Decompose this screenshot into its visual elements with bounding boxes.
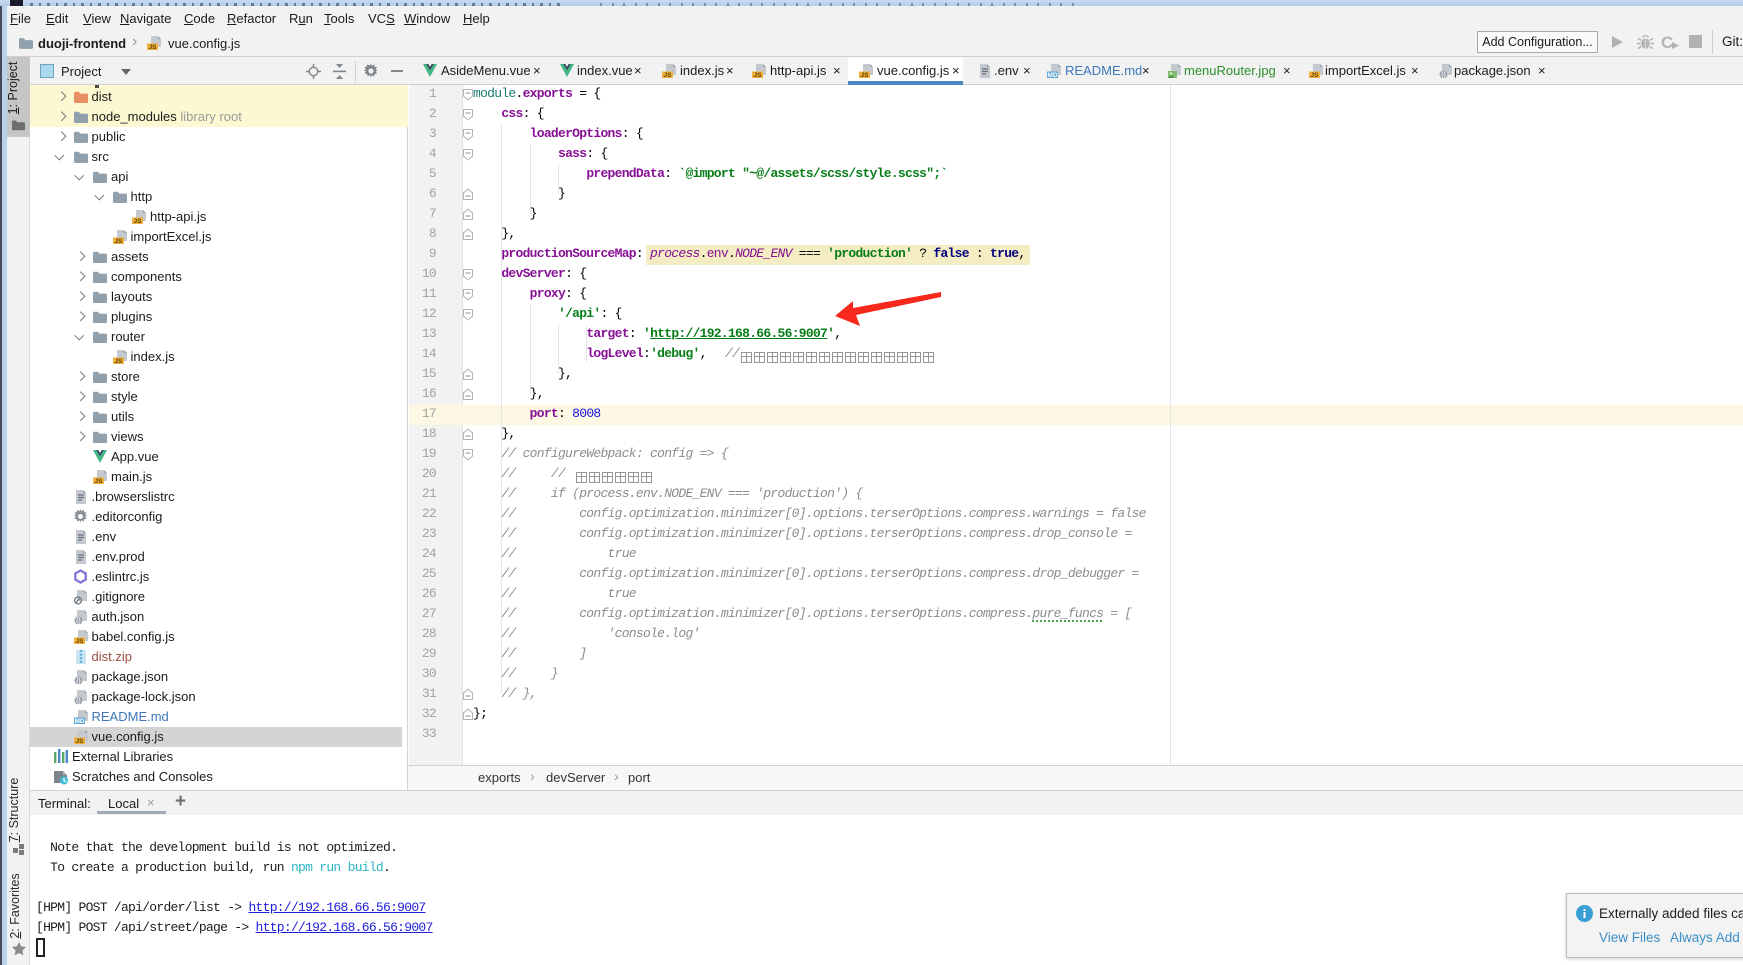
svg-text:C: C [1661, 33, 1673, 51]
svg-text:JS: JS [1311, 72, 1320, 79]
svg-text:JS: JS [149, 44, 158, 51]
svg-text:{}: {} [76, 678, 81, 685]
svg-text:JS: JS [861, 72, 870, 79]
svg-text:{}: {} [1441, 72, 1446, 79]
svg-text:JS: JS [754, 72, 763, 79]
svg-text:JS: JS [95, 478, 104, 485]
svg-text:JS: JS [134, 218, 143, 225]
svg-text:MD: MD [1047, 72, 1057, 79]
svg-text:JS: JS [75, 738, 84, 745]
svg-text:JS: JS [75, 638, 84, 645]
svg-text:JS: JS [664, 72, 673, 79]
svg-text:JS: JS [114, 238, 123, 245]
svg-text:{}: {} [76, 618, 81, 625]
svg-text:{}: {} [76, 698, 81, 705]
svg-text:MD: MD [74, 718, 84, 725]
svg-text:JS: JS [114, 358, 123, 365]
